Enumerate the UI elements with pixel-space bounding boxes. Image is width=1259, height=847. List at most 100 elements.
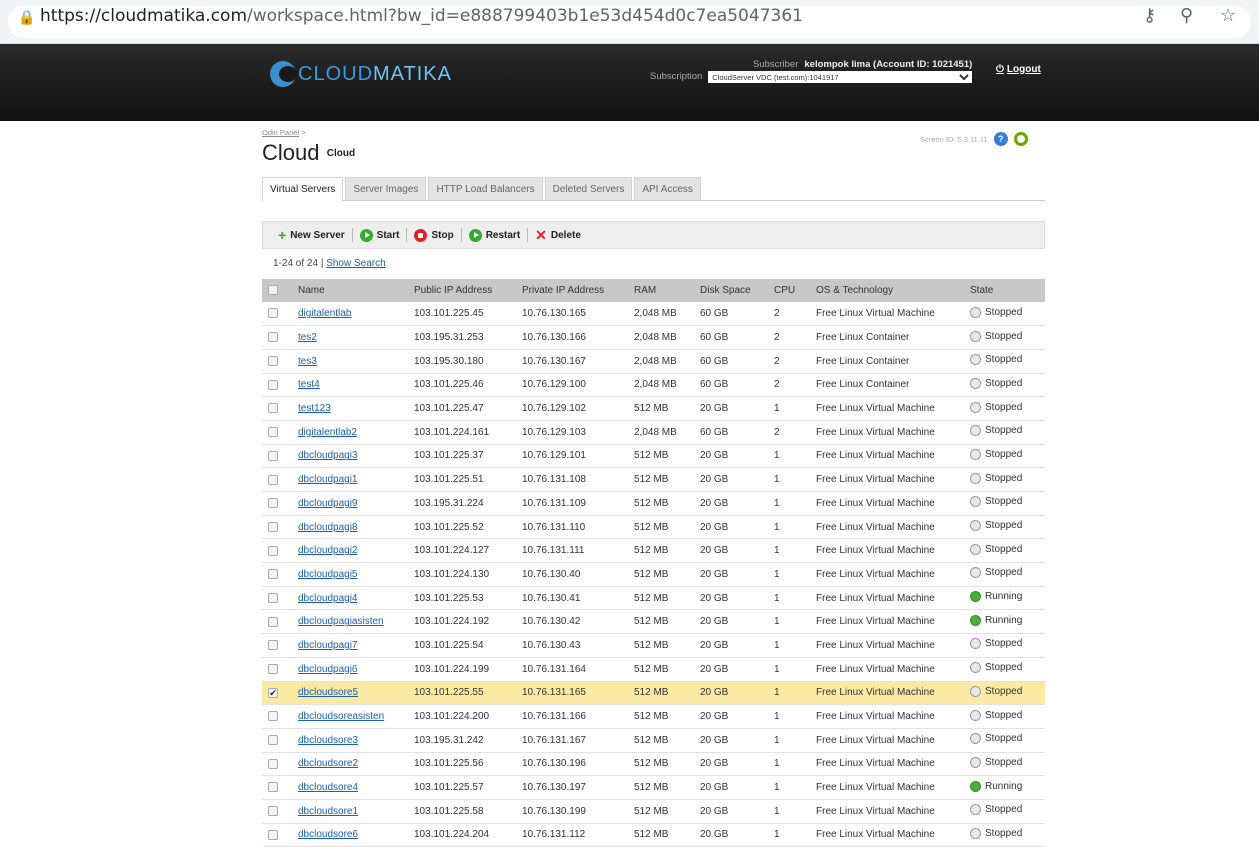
row-checkbox[interactable] (268, 758, 278, 769)
table-row[interactable]: digitalentlab 103.101.225.45 10.76.130.165… (262, 302, 1045, 327)
col-disk-space[interactable]: Disk Space (694, 279, 768, 302)
table-row[interactable]: dbcloudpagiasisten 103.101.224.192 10.76.1… (262, 609, 1045, 635)
nav-help-support[interactable]: Help & Support (364, 142, 455, 165)
server-name-link[interactable]: dbcloudsoreasisten (298, 711, 384, 722)
nav-cloud[interactable]: Cloud (317, 142, 365, 165)
table-row[interactable]: test4 103.101.225.46 10.76.129.100 2,048 MB… (262, 373, 1045, 398)
server-name-link[interactable]: dbcloudsore4 (298, 782, 358, 793)
table-row[interactable]: dbcloudsore3 103.195.31.242 10.76.131.167 5… (262, 728, 1045, 753)
table-row[interactable]: ✔ dbcloudsore5 103.101.225.55 10.76.131.165… (262, 681, 1045, 706)
tab-api-access[interactable]: API Access (634, 177, 701, 200)
row-checkbox[interactable] (268, 450, 278, 461)
table-row[interactable]: test123 103.101.225.47 10.76.129.102 512 MB… (262, 396, 1045, 421)
server-name-link[interactable]: dbcloudpagi2 (298, 545, 358, 556)
table-row[interactable]: dbcloudpagi2 103.101.224.127 10.76.131.111… (262, 538, 1045, 564)
tab-virtual-servers[interactable]: Virtual Servers (262, 177, 344, 201)
logout-link[interactable]: ⏻ Logout (996, 64, 1041, 75)
server-name-link[interactable]: test4 (298, 379, 320, 390)
row-checkbox[interactable] (268, 664, 278, 675)
row-checkbox[interactable] (268, 735, 278, 746)
table-row[interactable]: dbcloudsore1 103.101.225.58 10.76.130.199 5… (262, 799, 1045, 824)
server-name-link[interactable]: dbcloudsore6 (298, 829, 358, 840)
server-name-link[interactable]: digitalentlab (298, 308, 351, 319)
lock-icon[interactable]: 🔒 (18, 9, 35, 26)
refresh-icon[interactable] (1013, 132, 1028, 146)
tab-deleted-servers[interactable]: Deleted Servers (544, 177, 633, 200)
col-ram[interactable]: RAM (628, 279, 694, 302)
table-row[interactable]: dbcloudpagi7 103.101.225.54 10.76.130.43 51… (262, 633, 1045, 658)
server-name-link[interactable]: tes3 (298, 356, 317, 367)
restart-button[interactable]: Restart (462, 228, 527, 242)
table-row[interactable]: dbcloudsore2 103.101.225.56 10.76.130.196 5… (262, 752, 1045, 777)
col-cpu[interactable]: CPU (768, 279, 810, 302)
zoom-icon[interactable]: ⚲ (1180, 5, 1193, 26)
row-checkbox[interactable] (268, 332, 278, 343)
row-checkbox[interactable] (268, 356, 278, 367)
server-name-link[interactable]: dbcloudpagi5 (298, 569, 358, 580)
server-name-link[interactable]: dbcloudsore5 (298, 687, 358, 698)
table-row[interactable]: tes2 103.195.31.253 10.76.130.166 2,048 MB 6… (262, 325, 1045, 350)
server-name-link[interactable]: dbcloudpagi6 (298, 664, 358, 675)
row-checkbox[interactable] (268, 474, 278, 485)
new-server-button[interactable]: + New Server (271, 228, 352, 242)
star-icon[interactable]: ☆ (1220, 5, 1236, 26)
server-name-link[interactable]: dbcloudsore2 (298, 758, 358, 769)
server-name-link[interactable]: dbcloudpagi4 (298, 593, 358, 604)
server-name-link[interactable]: dbcloudpagi7 (298, 640, 358, 651)
tab-http-load-balancers[interactable]: HTTP Load Balancers (428, 177, 543, 200)
row-checkbox[interactable] (268, 379, 278, 390)
table-row[interactable]: dbcloudpagi1 103.101.225.51 10.76.131.108 5… (262, 467, 1045, 492)
col-state[interactable]: State (964, 279, 1045, 302)
table-row[interactable]: dbcloudsore6 103.101.224.204 10.76.131.112… (262, 823, 1045, 847)
server-name-link[interactable]: digitalentlab2 (298, 427, 357, 438)
row-checkbox[interactable] (268, 711, 278, 722)
server-name-link[interactable]: dbcloudpagi1 (298, 474, 358, 485)
table-row[interactable]: dbcloudsore4 103.101.225.57 10.76.130.197 5… (262, 775, 1045, 800)
row-checkbox[interactable] (268, 829, 278, 840)
show-search-link[interactable]: Show Search (326, 258, 385, 269)
server-name-link[interactable]: dbcloudpagi8 (298, 522, 358, 533)
table-row[interactable]: dbcloudpagi3 103.101.225.37 10.76.129.101 5… (262, 444, 1045, 469)
breadcrumb-odin-panel[interactable]: Odin Panel (262, 128, 299, 137)
row-checkbox[interactable] (268, 498, 278, 509)
start-button[interactable]: Start (353, 228, 407, 242)
row-checkbox[interactable] (268, 403, 278, 414)
col-os[interactable]: OS & Technology (810, 279, 964, 302)
table-row[interactable]: dbcloudpagi6 103.101.224.199 10.76.131.164… (262, 657, 1045, 682)
col-private-ip[interactable]: Private IP Address (516, 279, 628, 302)
server-name-link[interactable]: tes2 (298, 332, 317, 343)
row-checkbox[interactable]: ✔ (268, 687, 278, 698)
key-icon[interactable]: ⚷ (1143, 5, 1156, 26)
row-checkbox[interactable] (268, 616, 278, 627)
server-name-link[interactable]: test123 (298, 403, 331, 414)
row-checkbox[interactable] (268, 427, 278, 438)
row-checkbox[interactable] (268, 308, 278, 319)
table-row[interactable]: tes3 103.195.30.180 10.76.130.167 2,048 MB 6… (262, 349, 1045, 374)
col-name[interactable]: Name (292, 279, 408, 302)
logo[interactable]: CLOUD MATIKA (270, 59, 452, 89)
help-icon[interactable]: ? (993, 132, 1008, 146)
col-public-ip[interactable]: Public IP Address (408, 279, 516, 302)
server-name-link[interactable]: dbcloudpagiasisten (298, 616, 384, 627)
table-row[interactable]: dbcloudsoreasisten 103.101.224.200 10.76.1… (262, 704, 1045, 729)
row-checkbox[interactable] (268, 569, 278, 580)
server-name-link[interactable]: dbcloudsore1 (298, 806, 358, 817)
server-name-link[interactable]: dbcloudsore3 (298, 735, 358, 746)
table-row[interactable]: dbcloudpagi4 103.101.225.53 10.76.130.41 51… (262, 586, 1045, 611)
table-row[interactable]: digitalentlab2 103.101.224.161 10.76.129.1… (262, 420, 1045, 445)
tab-server-images[interactable]: Server Images (345, 177, 427, 200)
server-name-link[interactable]: dbcloudpagi3 (298, 450, 358, 461)
row-checkbox[interactable] (268, 806, 278, 817)
delete-button[interactable]: ✕ Delete (528, 228, 588, 242)
row-checkbox[interactable] (268, 782, 278, 793)
row-checkbox[interactable] (268, 640, 278, 651)
row-checkbox[interactable] (268, 521, 278, 532)
table-row[interactable]: dbcloudpagi5 103.101.224.130 10.76.130.40 5… (262, 562, 1045, 587)
stop-button[interactable]: Stop (407, 228, 460, 242)
row-checkbox[interactable] (268, 545, 278, 556)
subscription-select[interactable]: CloudServer VDC (test.com):1041917 (708, 71, 973, 83)
url-text[interactable]: https://cloudmatika.com/workspace.html?b… (40, 6, 803, 26)
row-checkbox[interactable] (268, 592, 278, 603)
table-row[interactable]: dbcloudpagi9 103.195.31.224 10.76.131.109 5… (262, 491, 1045, 516)
select-all-checkbox[interactable] (268, 285, 278, 296)
